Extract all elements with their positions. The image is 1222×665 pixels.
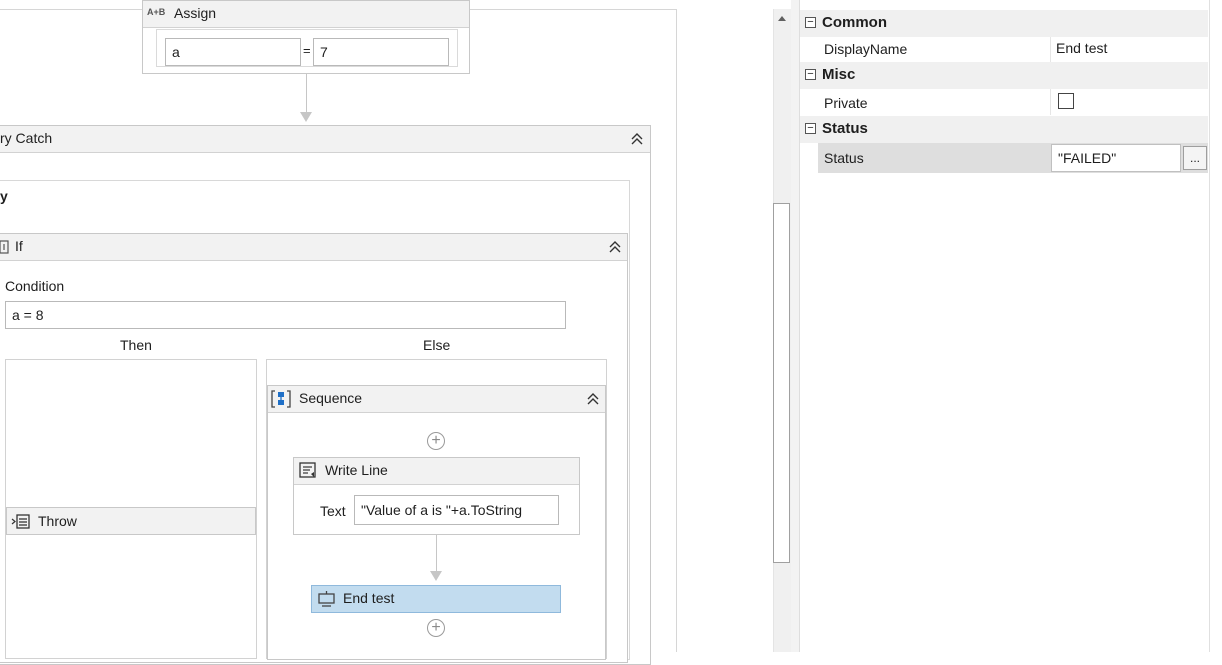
category-label: Misc <box>822 66 856 83</box>
private-checkbox[interactable] <box>1058 93 1074 109</box>
try-catch-title: ry Catch <box>0 130 53 146</box>
category-misc[interactable]: − Misc <box>800 62 1208 89</box>
connector-arrow-icon <box>300 112 312 122</box>
sequence-title: Sequence <box>299 390 363 406</box>
property-name: Private <box>824 95 868 111</box>
properties-panel: − Common DisplayName End test − Misc Pri… <box>799 0 1209 652</box>
collapse-toggle-icon[interactable]: − <box>805 69 816 80</box>
category-status[interactable]: − Status <box>800 116 1208 143</box>
category-label: Status <box>822 120 868 137</box>
scrollbar-thumb[interactable] <box>773 203 790 563</box>
if-title: If <box>15 238 23 254</box>
panel-splitter[interactable] <box>791 0 799 652</box>
collapse-chevron-icon[interactable] <box>586 392 600 406</box>
assign-value-field[interactable]: 7 <box>313 38 449 66</box>
scroll-up-arrow-icon[interactable] <box>776 12 788 24</box>
assign-to-field[interactable]: a <box>165 38 301 66</box>
cell-divider <box>1050 37 1051 62</box>
throw-activity[interactable]: Throw <box>6 507 256 535</box>
displayname-value[interactable]: End test <box>1056 40 1107 56</box>
connector-line <box>306 74 307 112</box>
write-line-text-label: Text <box>320 503 346 519</box>
assign-icon: A+B <box>147 7 166 17</box>
end-test-title: End test <box>343 590 395 606</box>
assign-activity[interactable]: A+B Assign a = 7 <box>142 0 470 74</box>
condition-input[interactable]: a = 8 <box>5 301 566 329</box>
category-label: Common <box>822 14 887 31</box>
else-label: Else <box>423 337 451 353</box>
collapse-chevron-icon[interactable] <box>630 132 644 146</box>
expression-editor-button[interactable]: ... <box>1183 146 1207 170</box>
status-value-input[interactable]: "FAILED" <box>1051 144 1181 172</box>
try-section-label: y <box>0 188 8 204</box>
collapse-toggle-icon[interactable]: − <box>805 17 816 28</box>
sequence-header[interactable]: Sequence <box>268 386 605 413</box>
write-line-activity[interactable]: Write Line Text "Value of a is "+a.ToStr… <box>293 457 580 535</box>
then-label: Then <box>120 337 152 353</box>
if-header[interactable]: If <box>0 234 627 261</box>
property-name: DisplayName <box>824 41 908 57</box>
throw-title: Throw <box>38 513 77 529</box>
connector-line <box>436 535 437 571</box>
assign-equals-sign: = <box>303 43 311 58</box>
window-edge <box>1209 0 1222 652</box>
write-line-title: Write Line <box>325 462 388 478</box>
if-icon <box>0 240 9 254</box>
collapse-toggle-icon[interactable]: − <box>805 123 816 134</box>
assign-body: a = 7 <box>156 29 458 67</box>
end-test-activity[interactable]: End test <box>311 585 561 613</box>
sequence-icon <box>271 390 291 408</box>
throw-icon <box>11 514 30 529</box>
add-activity-plus-icon[interactable]: + <box>427 619 445 637</box>
cell-divider <box>1050 89 1051 115</box>
assign-title: Assign <box>174 5 217 21</box>
assign-header[interactable]: A+B Assign <box>143 1 469 28</box>
add-activity-plus-icon[interactable]: + <box>427 432 445 450</box>
terminate-icon <box>318 591 335 607</box>
property-row-private[interactable]: Private <box>818 89 1208 115</box>
property-name: Status <box>824 150 864 166</box>
collapse-chevron-icon[interactable] <box>608 240 622 254</box>
property-row-status[interactable]: Status "FAILED" ... <box>818 143 1208 173</box>
canvas-divider-vertical <box>676 9 677 652</box>
write-line-icon <box>299 462 316 478</box>
condition-label: Condition <box>5 278 65 294</box>
try-catch-header[interactable]: ry Catch <box>0 126 650 153</box>
write-line-text-input[interactable]: "Value of a is "+a.ToString <box>354 495 559 525</box>
connector-arrow-icon <box>430 571 442 581</box>
category-common[interactable]: − Common <box>800 10 1208 37</box>
write-line-header[interactable]: Write Line <box>294 458 579 485</box>
property-row-displayname[interactable]: DisplayName End test <box>818 37 1208 62</box>
